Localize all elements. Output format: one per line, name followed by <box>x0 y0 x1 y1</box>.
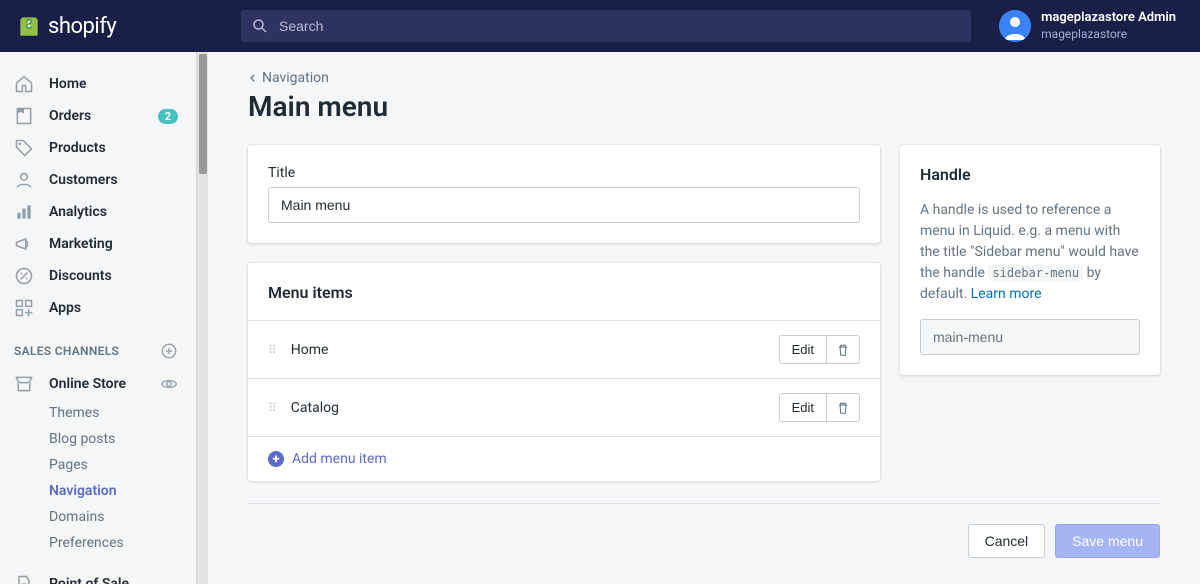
subnav-navigation[interactable]: Navigation <box>49 478 196 504</box>
sidebar-item-label: Online Store <box>49 376 145 392</box>
brand-name: shopify <box>48 14 116 39</box>
section-label: SALES CHANNELS <box>14 344 160 358</box>
search-box[interactable] <box>241 10 971 42</box>
subnav-pages[interactable]: Pages <box>49 452 196 478</box>
sidebar-item-label: Marketing <box>49 236 178 252</box>
plus-circle-icon: + <box>268 451 284 467</box>
orders-icon <box>14 106 34 126</box>
sidebar-item-label: Discounts <box>49 268 178 284</box>
add-channel-icon[interactable] <box>160 342 178 360</box>
sidebar-item-products[interactable]: Products <box>0 132 196 164</box>
sidebar-item-marketing[interactable]: Marketing <box>0 228 196 260</box>
sidebar-item-online-store[interactable]: Online Store <box>0 368 196 400</box>
sidebar-item-customers[interactable]: Customers <box>0 164 196 196</box>
account-name: mageplazastore Admin <box>1041 10 1176 26</box>
handle-card: Handle A handle is used to reference a m… <box>900 145 1160 375</box>
breadcrumb[interactable]: Navigation <box>248 70 1160 86</box>
drag-handle-icon[interactable]: ⠿ <box>268 343 277 357</box>
person-icon <box>14 170 34 190</box>
sidebar-item-label: Customers <box>49 172 178 188</box>
analytics-icon <box>14 202 34 222</box>
search-input[interactable] <box>279 18 961 34</box>
sidebar-scrollbar[interactable] <box>196 52 208 584</box>
subnav-blog-posts[interactable]: Blog posts <box>49 426 196 452</box>
title-card: Title <box>248 145 880 243</box>
chevron-left-icon <box>248 73 258 83</box>
view-store-icon[interactable] <box>160 375 178 393</box>
megaphone-icon <box>14 234 34 254</box>
sidebar-item-label: Products <box>49 140 178 156</box>
pos-icon <box>14 574 34 584</box>
account-store: mageplazastore <box>1041 27 1176 42</box>
handle-description: A handle is used to reference a menu in … <box>920 200 1140 305</box>
account-menu[interactable]: mageplazastore Admin mageplazastore <box>991 10 1184 42</box>
handle-title: Handle <box>920 165 1140 184</box>
sidebar-item-analytics[interactable]: Analytics <box>0 196 196 228</box>
shopify-bag-icon <box>16 13 42 39</box>
add-menu-item-label: Add menu item <box>292 451 387 467</box>
sidebar-item-label: Home <box>49 76 178 92</box>
cancel-button[interactable]: Cancel <box>968 524 1046 558</box>
menu-items-header: Menu items <box>248 263 880 320</box>
sales-channels-header: SALES CHANNELS <box>0 334 196 368</box>
handle-input[interactable] <box>920 319 1140 355</box>
trash-icon <box>836 401 850 415</box>
subnav-preferences[interactable]: Preferences <box>49 530 196 556</box>
sidebar-item-label: Point of Sale <box>49 576 178 584</box>
delete-button[interactable] <box>827 393 860 422</box>
menu-items-card: Menu items ⠿ Home Edit ⠿ Catalo <box>248 263 880 481</box>
apps-icon <box>14 298 34 318</box>
breadcrumb-label: Navigation <box>262 70 329 86</box>
footer-actions: Cancel Save menu <box>248 503 1160 558</box>
subnav-themes[interactable]: Themes <box>49 400 196 426</box>
save-button[interactable]: Save menu <box>1055 524 1160 558</box>
tag-icon <box>14 138 34 158</box>
sidebar-item-label: Analytics <box>49 204 178 220</box>
sidebar: Home Orders 2 Products Customers Analyti… <box>0 52 196 584</box>
sidebar-item-label: Apps <box>49 300 178 316</box>
shopify-logo[interactable]: shopify <box>16 13 241 39</box>
delete-button[interactable] <box>827 335 860 364</box>
edit-button[interactable]: Edit <box>779 335 827 364</box>
code-example: sidebar-menu <box>988 265 1083 281</box>
trash-icon <box>836 343 850 357</box>
subnav-domains[interactable]: Domains <box>49 504 196 530</box>
sidebar-item-orders[interactable]: Orders 2 <box>0 100 196 132</box>
store-icon <box>14 374 34 394</box>
sidebar-item-apps[interactable]: Apps <box>0 292 196 324</box>
edit-button[interactable]: Edit <box>779 393 827 422</box>
sidebar-item-pos[interactable]: Point of Sale <box>0 568 196 584</box>
sidebar-item-label: Orders <box>49 108 143 124</box>
discount-icon <box>14 266 34 286</box>
menu-item-row: ⠿ Home Edit <box>248 321 880 379</box>
title-field-label: Title <box>268 165 860 181</box>
menu-item-row: ⠿ Catalog Edit <box>248 379 880 437</box>
search-icon <box>251 17 269 35</box>
menu-item-label: Home <box>291 342 765 358</box>
home-icon <box>14 74 34 94</box>
orders-badge: 2 <box>158 109 178 124</box>
page-title: Main menu <box>248 90 1160 123</box>
sidebar-item-home[interactable]: Home <box>0 68 196 100</box>
learn-more-link[interactable]: Learn more <box>971 286 1042 302</box>
avatar <box>999 10 1031 42</box>
menu-item-label: Catalog <box>291 400 765 416</box>
title-input[interactable] <box>268 187 860 223</box>
main-content: Navigation Main menu Title Menu items ⠿ … <box>208 52 1200 584</box>
drag-handle-icon[interactable]: ⠿ <box>268 401 277 415</box>
add-menu-item-button[interactable]: + Add menu item <box>248 437 880 481</box>
sidebar-item-discounts[interactable]: Discounts <box>0 260 196 292</box>
